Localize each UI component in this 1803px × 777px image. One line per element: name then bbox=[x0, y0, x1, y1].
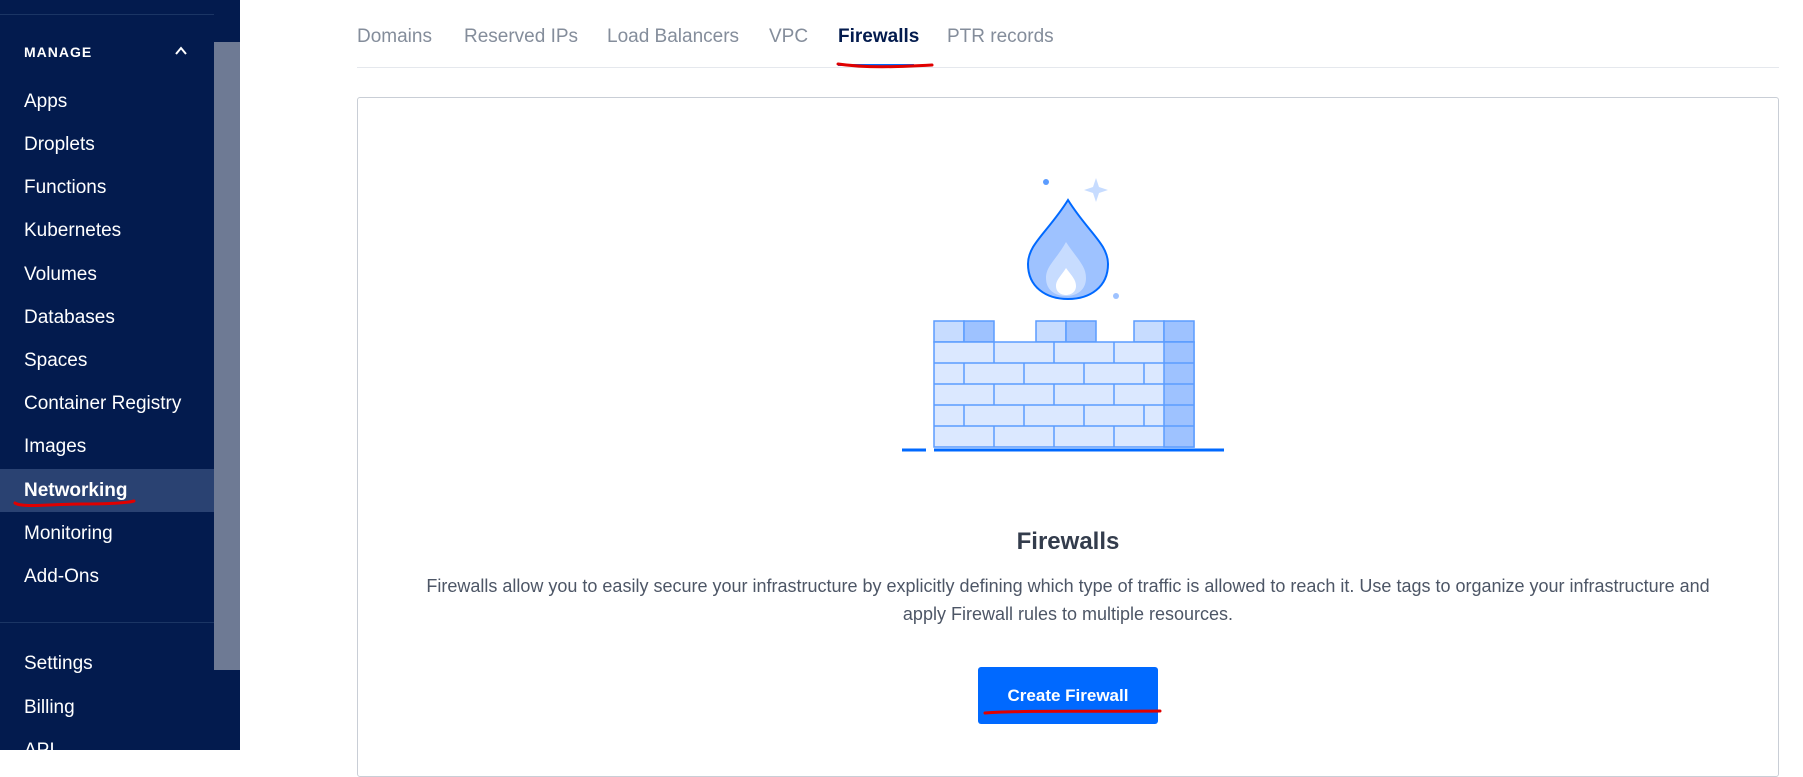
firewall-illustration bbox=[902, 178, 1224, 452]
sidebar-item-container-registry[interactable]: Container Registry bbox=[0, 382, 214, 425]
empty-state-title: Firewalls bbox=[1016, 528, 1120, 555]
empty-state-description: Firewalls allow you to easily secure you… bbox=[426, 576, 1710, 624]
tabs-divider bbox=[357, 67, 1779, 68]
active-tab-indicator bbox=[838, 64, 914, 66]
tab-domains[interactable]: Domains bbox=[357, 26, 432, 48]
create-firewall-button[interactable]: Create Firewall bbox=[978, 667, 1158, 724]
sidebar: MANAGE Apps Droplets Functions Kubernete… bbox=[0, 0, 214, 761]
tab-load-balancers[interactable]: Load Balancers bbox=[607, 26, 739, 48]
sidebar-item-images[interactable]: Images bbox=[0, 425, 214, 468]
sidebar-item-networking[interactable]: Networking bbox=[0, 469, 214, 512]
sidebar-item-settings[interactable]: Settings bbox=[0, 642, 214, 685]
tab-ptr-records[interactable]: PTR records bbox=[947, 26, 1054, 48]
sidebar-item-databases[interactable]: Databases bbox=[0, 296, 214, 339]
tab-firewalls[interactable]: Firewalls bbox=[838, 26, 919, 48]
sidebar-scrollbar-thumb[interactable] bbox=[214, 42, 240, 670]
manage-section-title: MANAGE bbox=[24, 44, 93, 60]
sidebar-item-spaces[interactable]: Spaces bbox=[0, 339, 214, 382]
sidebar-item-api[interactable]: API bbox=[0, 729, 214, 772]
chevron-up-icon[interactable] bbox=[174, 44, 188, 58]
sidebar-item-apps[interactable]: Apps bbox=[0, 80, 214, 123]
sidebar-divider bbox=[0, 14, 214, 15]
tab-vpc[interactable]: VPC bbox=[769, 26, 808, 48]
sidebar-divider bbox=[0, 622, 214, 623]
sidebar-item-volumes[interactable]: Volumes bbox=[0, 253, 214, 296]
sidebar-item-droplets[interactable]: Droplets bbox=[0, 123, 214, 166]
sidebar-item-functions[interactable]: Functions bbox=[0, 166, 214, 209]
sidebar-item-billing[interactable]: Billing bbox=[0, 686, 214, 729]
sidebar-item-monitoring[interactable]: Monitoring bbox=[0, 512, 214, 555]
sidebar-item-kubernetes[interactable]: Kubernetes bbox=[0, 209, 214, 252]
sidebar-item-add-ons[interactable]: Add-Ons bbox=[0, 555, 214, 598]
tab-reserved-ips[interactable]: Reserved IPs bbox=[464, 26, 578, 48]
